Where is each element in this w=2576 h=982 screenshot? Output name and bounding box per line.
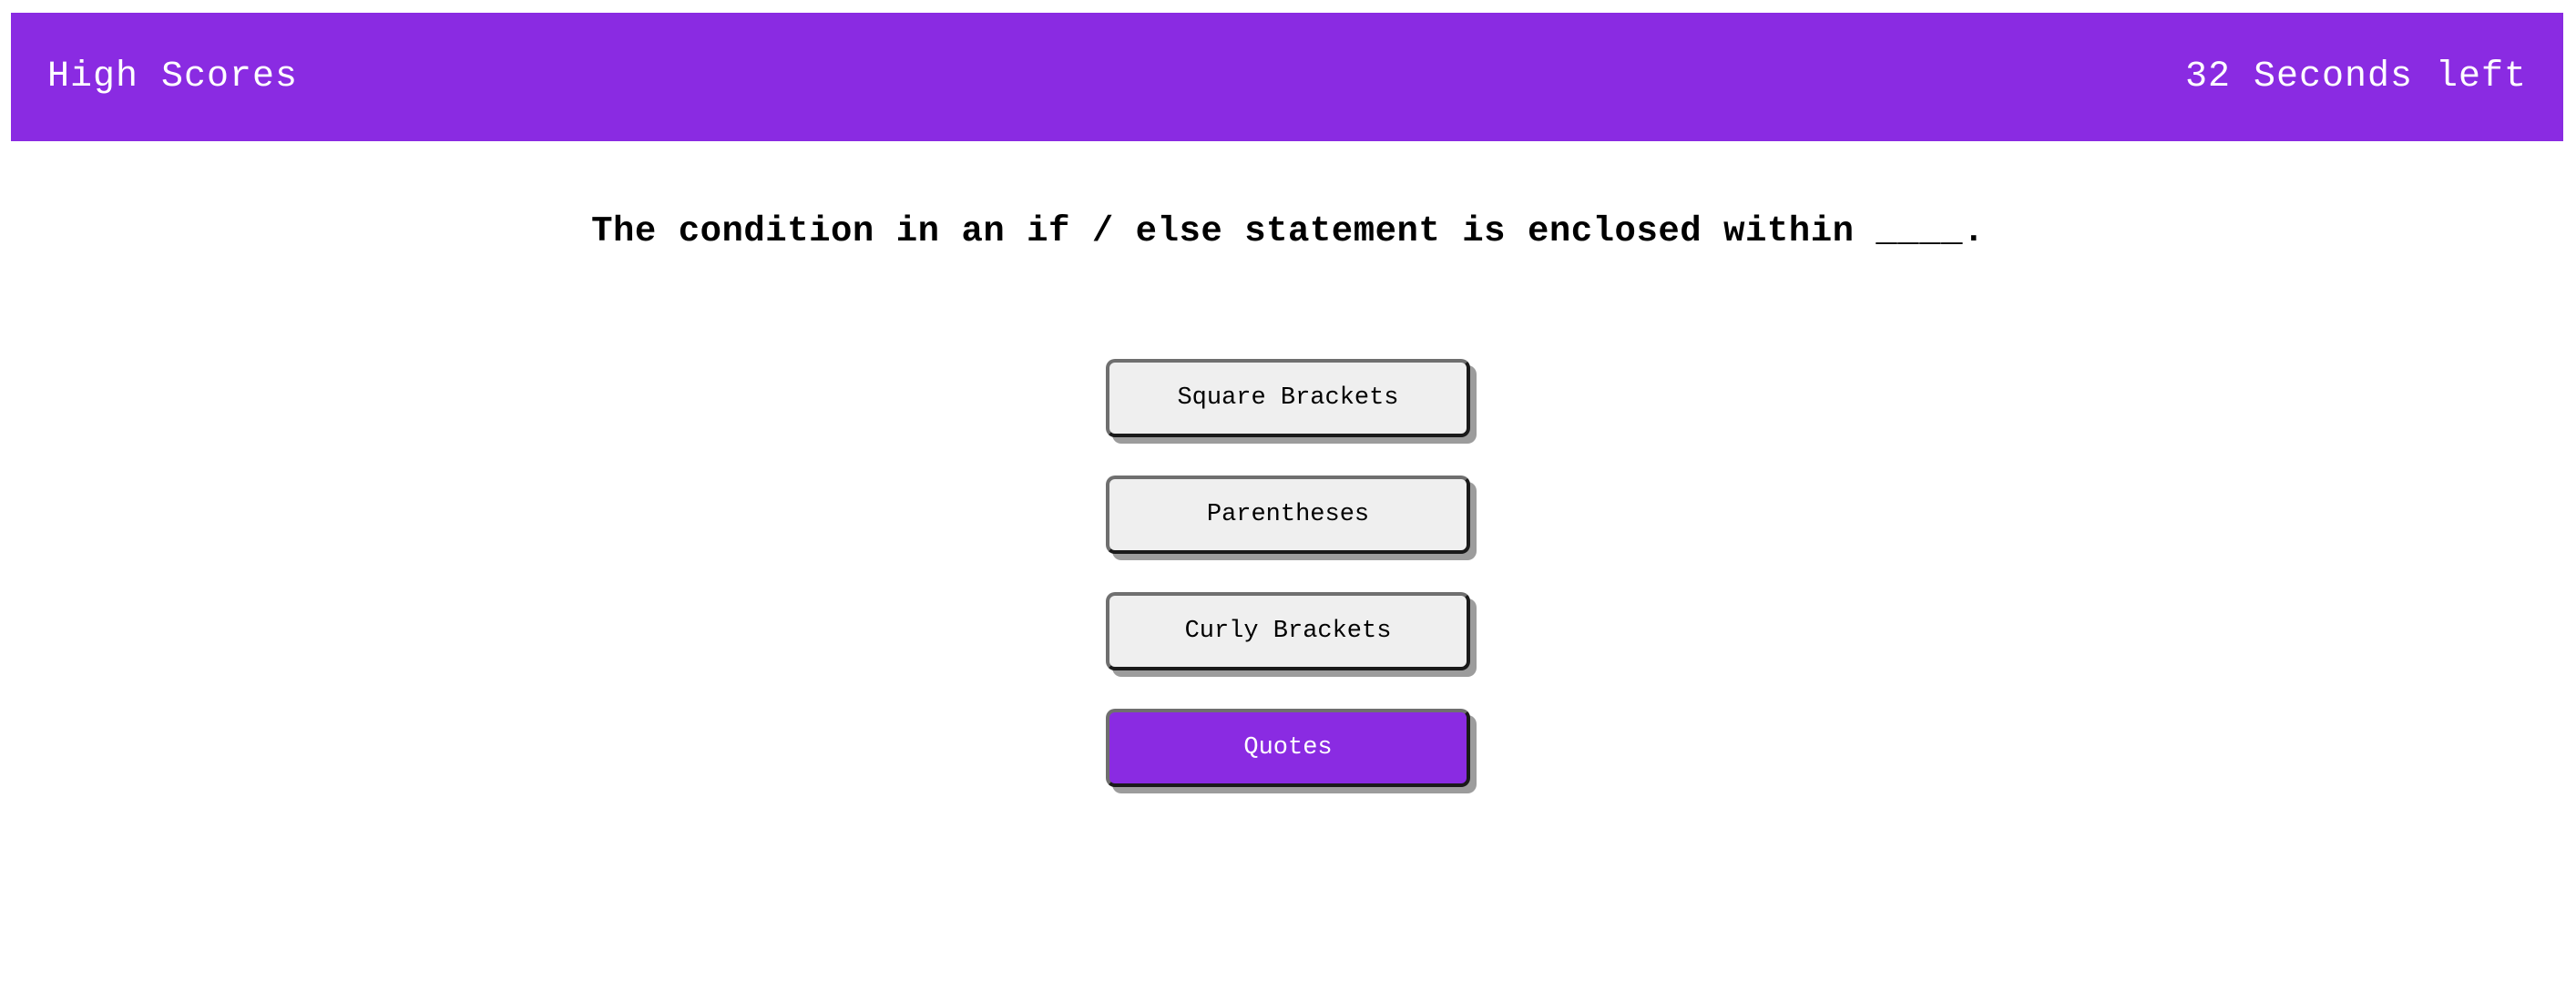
- answer-button-quotes[interactable]: Quotes: [1106, 709, 1470, 787]
- answer-list: Square Brackets Parentheses Curly Bracke…: [1106, 359, 1470, 825]
- top-bar: High Scores 32 Seconds left: [11, 13, 2563, 141]
- timer-text: 32 Seconds left: [2184, 56, 2527, 97]
- answer-button-parentheses[interactable]: Parentheses: [1106, 476, 1470, 554]
- question-text: The condition in an if / else statement …: [591, 211, 1985, 251]
- high-scores-link[interactable]: High Scores: [47, 56, 298, 97]
- answer-button-square-brackets[interactable]: Square Brackets: [1106, 359, 1470, 437]
- answer-button-curly-brackets[interactable]: Curly Brackets: [1106, 592, 1470, 670]
